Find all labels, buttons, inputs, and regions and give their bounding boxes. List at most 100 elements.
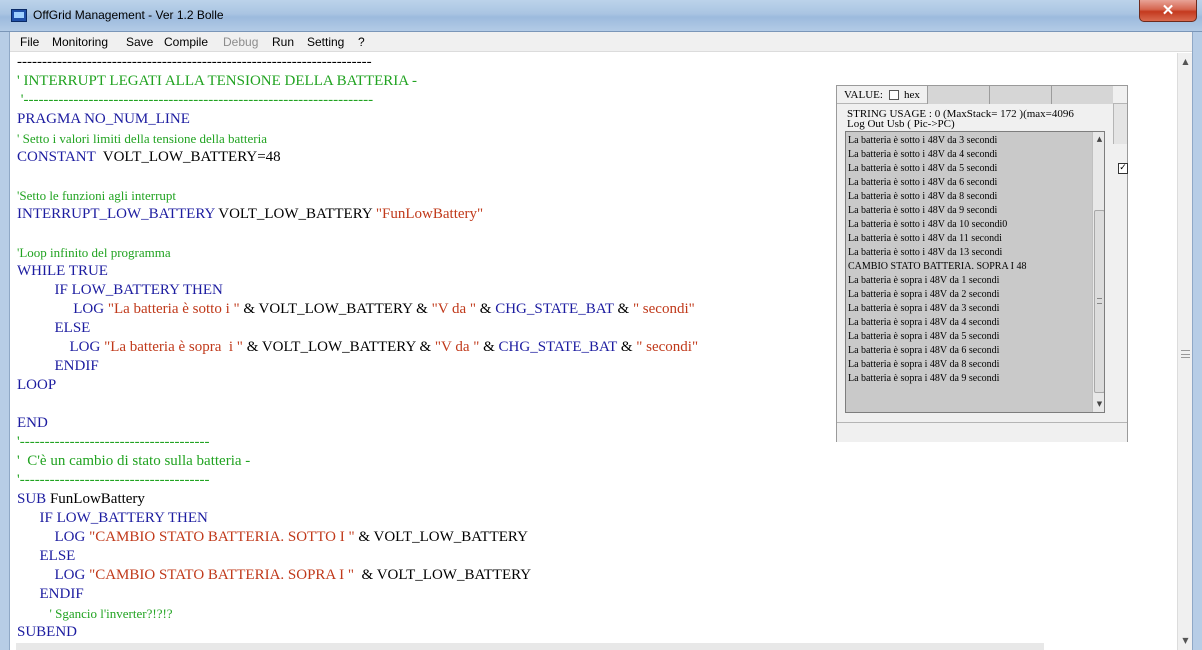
- code-token: CONSTANT: [17, 149, 100, 165]
- code-line: LOG "La batteria è sopra i " & VOLT_LOW_…: [17, 338, 699, 357]
- panel-toolbar-cell[interactable]: [1051, 86, 1113, 104]
- log-line: La batteria è sotto i 48V da 13 secondi: [848, 247, 1003, 258]
- log-line: La batteria è sopra i 48V da 4 secondi: [848, 317, 1000, 328]
- code-token: "FunLowBattery": [375, 206, 484, 222]
- menu-file[interactable]: File: [20, 35, 39, 49]
- log-line: CAMBIO STATO BATTERIA. SOPRA I 48: [848, 261, 1027, 272]
- code-token: ELSE: [17, 320, 91, 336]
- side-checkbox[interactable]: ✓: [1118, 163, 1128, 174]
- menu-compile[interactable]: Compile: [164, 35, 208, 49]
- close-button[interactable]: ✕: [1139, 0, 1197, 22]
- panel-side-strip: [1113, 104, 1127, 144]
- code-token: & VOLT_LOW_BATTERY: [354, 529, 528, 545]
- code-token: LOG: [17, 567, 90, 583]
- code-line: LOG "CAMBIO STATO BATTERIA. SOTTO I " & …: [17, 528, 528, 547]
- code-token: 'Setto le funzioni agli interrupt: [17, 188, 177, 203]
- menu-run[interactable]: Run: [272, 35, 294, 49]
- code-token: ' Setto i valori limiti della tensione d…: [17, 131, 267, 146]
- scroll-down-icon[interactable]: ▼: [1180, 635, 1191, 646]
- code-token: END: [17, 415, 48, 431]
- code-line: IF LOW_BATTERY THEN: [17, 509, 208, 528]
- code-token: "CAMBIO STATO BATTERIA. SOPRA I ": [89, 567, 355, 583]
- code-token: "CAMBIO STATO BATTERIA. SOTTO I ": [89, 529, 355, 545]
- log-line: La batteria è sopra i 48V da 2 secondi: [848, 289, 1000, 300]
- hex-checkbox[interactable]: [889, 90, 899, 100]
- code-token: SUBEND: [17, 624, 78, 640]
- code-line: ' Sgancio l'inverter?!?!?: [17, 604, 173, 623]
- code-token: VOLT_LOW_BATTERY=48: [99, 149, 281, 165]
- code-line: LOG "La batteria è sotto i " & VOLT_LOW_…: [17, 300, 695, 319]
- log-line: La batteria è sotto i 48V da 8 secondi: [848, 191, 998, 202]
- code-line: ELSE: [17, 319, 91, 338]
- log-scroll-up-icon[interactable]: ▲: [1094, 135, 1104, 143]
- code-token: ENDIF: [17, 586, 84, 602]
- code-token: IF LOW_BATTERY THEN: [17, 282, 223, 298]
- code-token: & VOLT_LOW_BATTERY: [354, 567, 532, 583]
- editor-horizontal-scrollbar[interactable]: [16, 643, 1044, 650]
- log-scrollbar[interactable]: ▲ ▼: [1092, 132, 1104, 412]
- code-token: ' INTERRUPT LEGATI ALLA TENSIONE DELLA B…: [17, 73, 418, 89]
- code-token: 'Loop infinito del programma: [17, 245, 171, 260]
- code-token: & VOLT_LOW_BATTERY &: [239, 301, 432, 317]
- editor-vertical-scrollbar[interactable]: ▲ ▼: [1177, 53, 1192, 650]
- menu-monitoring[interactable]: Monitoring: [52, 35, 108, 49]
- code-line: ' Setto i valori limiti della tensione d…: [17, 129, 267, 148]
- menu-save[interactable]: Save: [126, 35, 153, 49]
- log-line: La batteria è sotto i 48V da 5 secondi: [848, 163, 998, 174]
- code-line: 'Loop infinito del programma: [17, 243, 171, 262]
- app-icon: [11, 9, 27, 22]
- code-token: INTERRUPT_LOW_BATTERY: [17, 206, 215, 222]
- code-token: WHILE TRUE: [17, 263, 108, 279]
- code-token: CHG_STATE_BAT: [495, 301, 614, 317]
- log-scroll-down-icon[interactable]: ▼: [1094, 400, 1104, 408]
- menu-help[interactable]: ?: [358, 35, 365, 49]
- code-line: ' INTERRUPT LEGATI ALLA TENSIONE DELLA B…: [17, 72, 417, 91]
- code-token: FunLowBattery: [49, 491, 145, 507]
- log-line: La batteria è sopra i 48V da 8 secondi: [848, 359, 1000, 370]
- code-line: END: [17, 414, 48, 433]
- code-token: SUB: [17, 491, 50, 507]
- code-token: "La batteria è sopra i ": [104, 339, 243, 355]
- window-title: OffGrid Management - Ver 1.2 Bolle: [33, 8, 224, 22]
- code-line: 'Setto le funzioni agli interrupt: [17, 186, 176, 205]
- log-line: La batteria è sotto i 48V da 6 secondi: [848, 177, 998, 188]
- code-line: '---------------------------------------…: [17, 91, 373, 110]
- code-token: '--------------------------------------: [17, 434, 210, 450]
- scroll-thumb-grip[interactable]: [1181, 350, 1190, 358]
- window-frame-right: [1192, 32, 1202, 650]
- code-token: VOLT_LOW_BATTERY: [214, 206, 376, 222]
- code-line: CONSTANT VOLT_LOW_BATTERY=48: [17, 148, 281, 167]
- log-output-list[interactable]: ▲ ▼ La batteria è sotto i 48V da 3 secon…: [845, 131, 1105, 413]
- code-line: ENDIF: [17, 357, 99, 376]
- panel-toolbar-cell[interactable]: [927, 86, 989, 104]
- code-token: ' Sgancio l'inverter?!?!?: [17, 606, 173, 621]
- code-token: &: [613, 301, 633, 317]
- code-token: ----------------------------------------…: [17, 54, 372, 70]
- code-token: LOG: [17, 301, 108, 317]
- code-line: '--------------------------------------: [17, 433, 210, 452]
- code-token: PRAGMA NO_NUM_LINE: [17, 111, 190, 127]
- log-line: La batteria è sotto i 48V da 4 secondi: [848, 149, 998, 160]
- log-scroll-grip: [1097, 298, 1102, 304]
- code-token: &: [479, 339, 499, 355]
- code-token: &: [476, 301, 496, 317]
- panel-toolbar-cell[interactable]: [989, 86, 1051, 104]
- value-label: VALUE:: [844, 89, 883, 101]
- menu-setting[interactable]: Setting: [307, 35, 344, 49]
- log-panel: VALUE: hex STRING USAGE : 0 (MaxStack= 1…: [836, 85, 1128, 442]
- log-line: La batteria è sotto i 48V da 3 secondi: [848, 135, 998, 146]
- code-token: '---------------------------------------…: [17, 92, 374, 108]
- menu-bar: File Monitoring Save Compile Debug Run S…: [10, 32, 1192, 52]
- panel-bottom-bar: [837, 422, 1127, 442]
- code-token: ELSE: [17, 548, 76, 564]
- code-token: ' C'è un cambio di stato sulla batteria …: [17, 453, 251, 469]
- log-line: La batteria è sotto i 48V da 11 secondi: [848, 233, 1002, 244]
- log-line: La batteria è sopra i 48V da 6 secondi: [848, 345, 1000, 356]
- code-token: LOG: [17, 529, 90, 545]
- code-token: CHG_STATE_BAT: [498, 339, 618, 355]
- code-line: WHILE TRUE: [17, 262, 108, 281]
- title-bar[interactable]: OffGrid Management - Ver 1.2 Bolle ✕: [0, 0, 1202, 32]
- code-line: PRAGMA NO_NUM_LINE: [17, 110, 190, 129]
- code-line: ----------------------------------------…: [17, 53, 372, 72]
- scroll-up-icon[interactable]: ▲: [1180, 56, 1191, 67]
